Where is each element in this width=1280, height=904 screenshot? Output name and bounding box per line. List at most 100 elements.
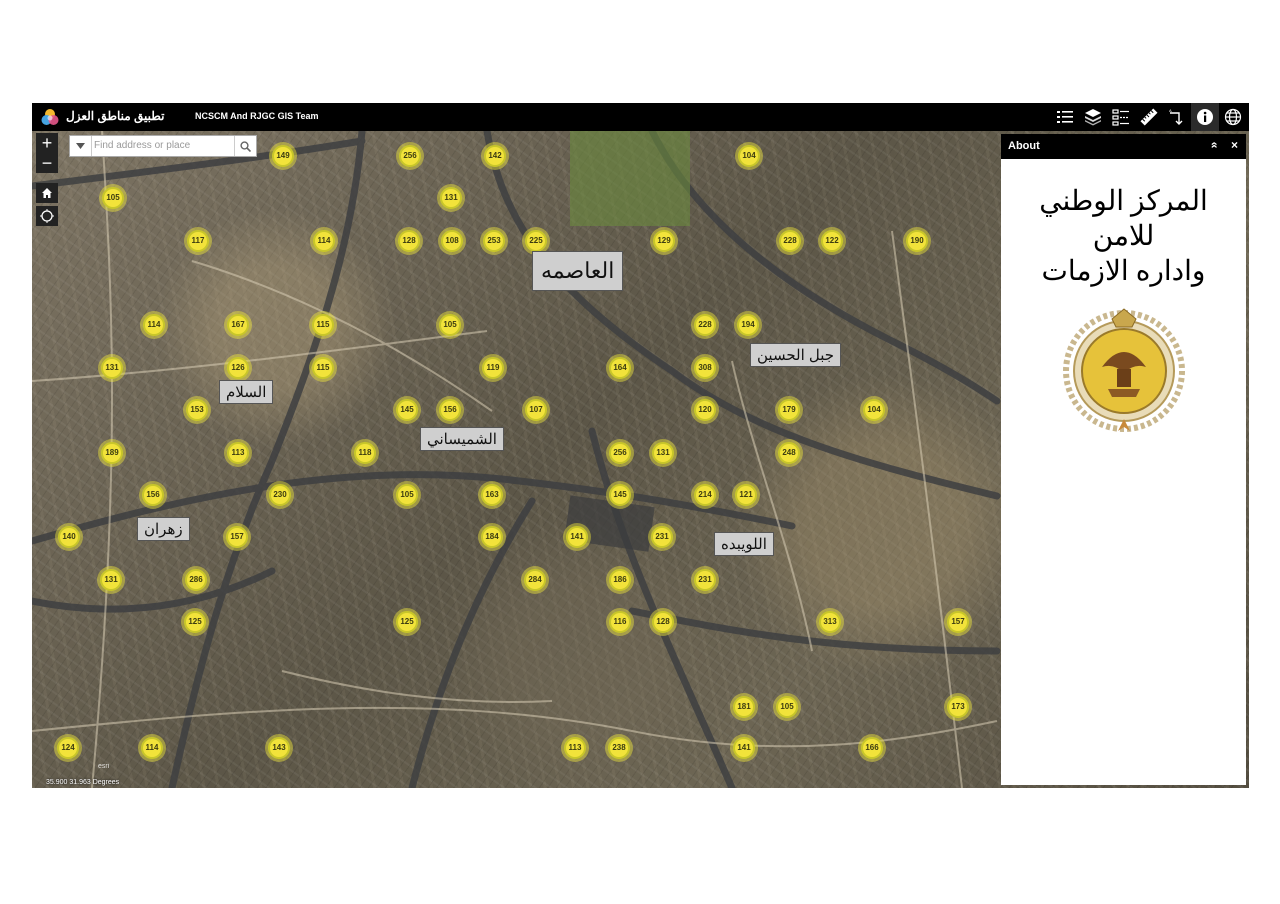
cluster-marker[interactable]: 104 [738,145,760,167]
cluster-marker[interactable]: 131 [440,187,462,209]
cluster-marker[interactable]: 108 [441,230,463,252]
list-icon[interactable] [1051,103,1079,131]
cluster-marker[interactable]: 157 [226,526,248,548]
cluster-marker[interactable]: 184 [481,526,503,548]
app-logo-icon [41,109,59,125]
measure-icon[interactable] [1135,103,1163,131]
cluster-marker[interactable]: 149 [272,145,294,167]
home-button[interactable] [36,183,58,203]
collapse-panel-button[interactable]: » [1207,142,1221,149]
cluster-marker[interactable]: 129 [653,230,675,252]
district-label: زهران [137,517,190,541]
search-input[interactable] [94,137,228,153]
cluster-marker[interactable]: 131 [652,442,674,464]
organization-name: المركز الوطني للامن واداره الازمات [1001,184,1246,289]
cluster-marker[interactable]: 115 [312,357,334,379]
cluster-marker[interactable]: 230 [269,484,291,506]
cluster-marker[interactable]: 256 [609,442,631,464]
cluster-marker[interactable]: 179 [778,399,800,421]
cluster-marker[interactable]: 113 [227,442,249,464]
cluster-marker[interactable]: 141 [733,737,755,759]
org-line-2: للامن [1092,221,1155,252]
cluster-marker[interactable]: 125 [184,611,206,633]
info-icon[interactable] [1191,103,1219,131]
cluster-marker[interactable]: 121 [735,484,757,506]
cluster-marker[interactable]: 225 [525,230,547,252]
cluster-marker[interactable]: 140 [58,526,80,548]
layers-icon[interactable] [1079,103,1107,131]
cluster-marker[interactable]: 194 [737,314,759,336]
cluster-marker[interactable]: 115 [312,314,334,336]
cluster-marker[interactable]: 114 [143,314,165,336]
cluster-marker[interactable]: 117 [187,230,209,252]
cluster-marker[interactable]: 156 [439,399,461,421]
cluster-marker[interactable]: 105 [439,314,461,336]
search-source-dropdown[interactable] [70,136,92,156]
cluster-marker[interactable]: 107 [525,399,547,421]
cluster-marker[interactable]: 145 [609,484,631,506]
cluster-marker[interactable]: 231 [651,526,673,548]
close-panel-button[interactable]: × [1231,138,1238,152]
cluster-marker[interactable]: 181 [733,696,755,718]
cluster-marker[interactable]: 164 [609,357,631,379]
cluster-marker[interactable]: 122 [821,230,843,252]
cluster-marker[interactable]: 141 [566,526,588,548]
cluster-marker[interactable]: 286 [185,569,207,591]
directions-icon[interactable]: A [1163,103,1191,131]
cluster-marker[interactable]: 214 [694,484,716,506]
search-icon [240,140,251,152]
cluster-marker[interactable]: 116 [609,611,631,633]
cluster-marker[interactable]: 105 [776,696,798,718]
district-label: جبل الحسين [750,343,842,367]
zoom-out-button[interactable]: − [36,153,58,173]
cluster-marker[interactable]: 231 [694,569,716,591]
cluster-marker[interactable]: 238 [608,737,630,759]
cluster-marker[interactable]: 173 [947,696,969,718]
cluster-marker[interactable]: 156 [142,484,164,506]
cluster-marker[interactable]: 248 [778,442,800,464]
cluster-marker[interactable]: 125 [396,611,418,633]
cluster-marker[interactable]: 256 [399,145,421,167]
app-window: تطبيق مناطق العزل NCSCM And RJGC GIS Tea… [32,103,1249,788]
cluster-marker[interactable]: 145 [396,399,418,421]
cluster-marker[interactable]: 308 [694,357,716,379]
cluster-marker[interactable]: 163 [481,484,503,506]
cluster-marker[interactable]: 153 [186,399,208,421]
cluster-marker[interactable]: 143 [268,737,290,759]
district-label: الشميساني [420,427,504,451]
cluster-marker[interactable]: 228 [779,230,801,252]
org-line-3: واداره الازمات [1041,256,1206,287]
cluster-marker[interactable]: 131 [101,357,123,379]
search-button[interactable] [234,136,256,156]
cluster-marker[interactable]: 228 [694,314,716,336]
legend-icon[interactable] [1107,103,1135,131]
cluster-marker[interactable]: 128 [652,611,674,633]
cluster-marker[interactable]: 313 [819,611,841,633]
cluster-marker[interactable]: 119 [482,357,504,379]
cluster-marker[interactable]: 131 [100,569,122,591]
home-icon [42,188,52,198]
cluster-marker[interactable]: 189 [101,442,123,464]
cluster-marker[interactable]: 105 [396,484,418,506]
cluster-marker[interactable]: 190 [906,230,928,252]
cluster-marker[interactable]: 124 [57,737,79,759]
cluster-marker[interactable]: 126 [227,357,249,379]
cluster-marker[interactable]: 284 [524,569,546,591]
cluster-marker[interactable]: 114 [141,737,163,759]
cluster-marker[interactable]: 128 [398,230,420,252]
cluster-marker[interactable]: 166 [861,737,883,759]
cluster-marker[interactable]: 142 [484,145,506,167]
cluster-marker[interactable]: 253 [483,230,505,252]
cluster-marker[interactable]: 167 [227,314,249,336]
locate-button[interactable] [36,206,58,226]
cluster-marker[interactable]: 113 [564,737,586,759]
cluster-marker[interactable]: 105 [102,187,124,209]
cluster-marker[interactable]: 114 [313,230,335,252]
basemap-gallery-icon[interactable] [1219,103,1247,131]
cluster-marker[interactable]: 157 [947,611,969,633]
zoom-in-button[interactable]: + [36,133,58,153]
cluster-marker[interactable]: 120 [694,399,716,421]
cluster-marker[interactable]: 104 [863,399,885,421]
cluster-marker[interactable]: 186 [609,569,631,591]
cluster-marker[interactable]: 118 [354,442,376,464]
